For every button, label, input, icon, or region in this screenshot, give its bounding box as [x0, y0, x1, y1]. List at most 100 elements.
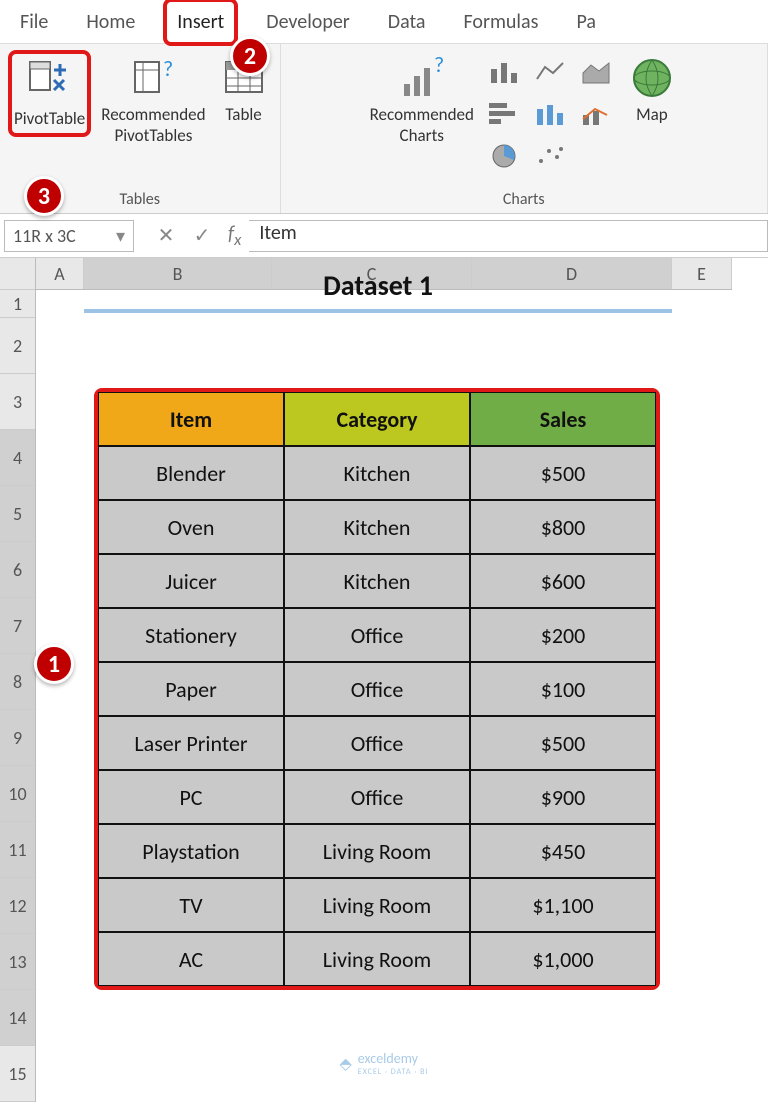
row-header[interactable]: 14 — [0, 990, 35, 1046]
header-category[interactable]: Category — [284, 392, 470, 446]
cell-sales[interactable]: $900 — [470, 770, 656, 824]
row-header[interactable]: 5 — [0, 486, 35, 542]
cell-sales[interactable]: $800 — [470, 500, 656, 554]
cell-category[interactable]: Office — [284, 770, 470, 824]
tab-formulas[interactable]: Formulas — [454, 2, 549, 42]
cell-category[interactable]: Office — [284, 608, 470, 662]
pivottable-button[interactable]: PivotTable — [8, 50, 91, 137]
ribbon: PivotTable ? Recommended PivotTables Tab… — [0, 44, 768, 214]
name-box[interactable]: 11R x 3C ▾ — [4, 220, 134, 252]
table-row[interactable]: TVLiving Room$1,100 — [98, 878, 656, 932]
ribbon-tabs: File Home Insert Developer Data Formulas… — [0, 0, 768, 44]
tab-insert[interactable]: Insert — [163, 0, 238, 46]
chart-pie-icon[interactable] — [484, 138, 524, 174]
cell-item[interactable]: TV — [98, 878, 284, 932]
cell-sales[interactable]: $500 — [470, 446, 656, 500]
row-header[interactable]: 10 — [0, 766, 35, 822]
chart-stat-icon[interactable] — [530, 96, 570, 132]
cell-category[interactable]: Kitchen — [284, 446, 470, 500]
row-header[interactable]: 9 — [0, 710, 35, 766]
table-row[interactable]: PlaystationLiving Room$450 — [98, 824, 656, 878]
cell-item[interactable]: Playstation — [98, 824, 284, 878]
recommended-pivottables-button[interactable]: ? Recommended PivotTables — [99, 50, 207, 150]
row-header[interactable]: 15 — [0, 1046, 35, 1102]
annotation-2: 2 — [230, 36, 270, 76]
tab-data[interactable]: Data — [378, 2, 436, 42]
chart-scatter-icon[interactable] — [530, 138, 570, 174]
cell-item[interactable]: AC — [98, 932, 284, 986]
cell-category[interactable]: Office — [284, 716, 470, 770]
cell-category[interactable]: Living Room — [284, 878, 470, 932]
svg-text:?: ? — [163, 56, 173, 82]
formula-input[interactable]: Item — [249, 220, 768, 252]
cell-item[interactable]: Oven — [98, 500, 284, 554]
cell-sales[interactable]: $100 — [470, 662, 656, 716]
table-row[interactable]: PCOffice$900 — [98, 770, 656, 824]
cell-sales[interactable]: $200 — [470, 608, 656, 662]
cell-item[interactable]: Blender — [98, 446, 284, 500]
table-row[interactable]: PaperOffice$100 — [98, 662, 656, 716]
cell-item[interactable]: Laser Printer — [98, 716, 284, 770]
chart-more-icon[interactable] — [576, 138, 616, 174]
data-table-selection[interactable]: Item Category Sales BlenderKitchen$500Ov… — [94, 388, 660, 990]
charts-group-label: Charts — [503, 190, 545, 209]
header-sales[interactable]: Sales — [470, 392, 656, 446]
tab-home[interactable]: Home — [76, 2, 145, 42]
cell-item[interactable]: Stationery — [98, 608, 284, 662]
cell-item[interactable]: Juicer — [98, 554, 284, 608]
row-header[interactable]: 1 — [0, 290, 35, 318]
table-row[interactable]: ACLiving Room$1,000 — [98, 932, 656, 986]
cell-sales[interactable]: $450 — [470, 824, 656, 878]
row-header[interactable]: 3 — [0, 374, 35, 430]
row-header[interactable]: 13 — [0, 934, 35, 990]
cell-category[interactable]: Living Room — [284, 932, 470, 986]
dropdown-icon[interactable]: ▾ — [116, 225, 125, 247]
chart-combo-icon[interactable] — [576, 96, 616, 132]
table-row[interactable]: BlenderKitchen$500 — [98, 446, 656, 500]
cell-item[interactable]: Paper — [98, 662, 284, 716]
chart-bar-icon[interactable] — [484, 96, 524, 132]
cancel-icon[interactable]: ✕ — [148, 223, 184, 248]
chart-line-icon[interactable] — [530, 54, 570, 90]
pivottable-icon — [26, 58, 74, 106]
row-header[interactable]: 4 — [0, 430, 35, 486]
tab-developer[interactable]: Developer — [256, 2, 360, 42]
row-header[interactable]: 7 — [0, 598, 35, 654]
header-item[interactable]: Item — [98, 392, 284, 446]
watermark-logo-icon: ⬘ — [339, 1054, 351, 1074]
row-header[interactable]: 6 — [0, 542, 35, 598]
tab-more[interactable]: Pa — [566, 2, 605, 42]
col-header[interactable]: A — [36, 258, 84, 289]
chart-column-icon[interactable] — [484, 54, 524, 90]
row-header[interactable]: 12 — [0, 878, 35, 934]
cell-category[interactable]: Kitchen — [284, 500, 470, 554]
col-header[interactable]: E — [672, 258, 732, 289]
table-row[interactable]: Laser PrinterOffice$500 — [98, 716, 656, 770]
recommended-charts-label: Recommended Charts — [370, 104, 474, 146]
enter-icon[interactable]: ✓ — [184, 223, 220, 248]
table-label: Table — [225, 104, 261, 125]
cell-sales[interactable]: $1,100 — [470, 878, 656, 932]
cell-category[interactable]: Office — [284, 662, 470, 716]
cell-sales[interactable]: $1,000 — [470, 932, 656, 986]
table-row[interactable]: OvenKitchen$800 — [98, 500, 656, 554]
cell-category[interactable]: Living Room — [284, 824, 470, 878]
cell-category[interactable]: Kitchen — [284, 554, 470, 608]
chart-area-icon[interactable] — [576, 54, 616, 90]
table-row[interactable]: JuicerKitchen$600 — [98, 554, 656, 608]
cell-sales[interactable]: $500 — [470, 716, 656, 770]
cell-item[interactable]: PC — [98, 770, 284, 824]
row-header[interactable]: 2 — [0, 318, 35, 374]
fx-icon[interactable]: fx — [228, 222, 241, 250]
recommended-charts-button[interactable]: ? Recommended Charts — [368, 50, 476, 150]
annotation-3: 3 — [24, 176, 64, 216]
cell-sales[interactable]: $600 — [470, 554, 656, 608]
row-header[interactable]: 8 — [0, 654, 35, 710]
row-headers: 1 2 3 4 5 6 7 8 9 10 11 12 13 14 15 — [0, 258, 36, 1102]
grid-content[interactable]: A B C D E Dataset 1 Item Category Sales … — [36, 258, 732, 1102]
table-row[interactable]: StationeryOffice$200 — [98, 608, 656, 662]
select-all-corner[interactable] — [0, 258, 35, 290]
row-header[interactable]: 11 — [0, 822, 35, 878]
tab-file[interactable]: File — [10, 2, 58, 42]
maps-button[interactable]: Map — [624, 50, 680, 129]
